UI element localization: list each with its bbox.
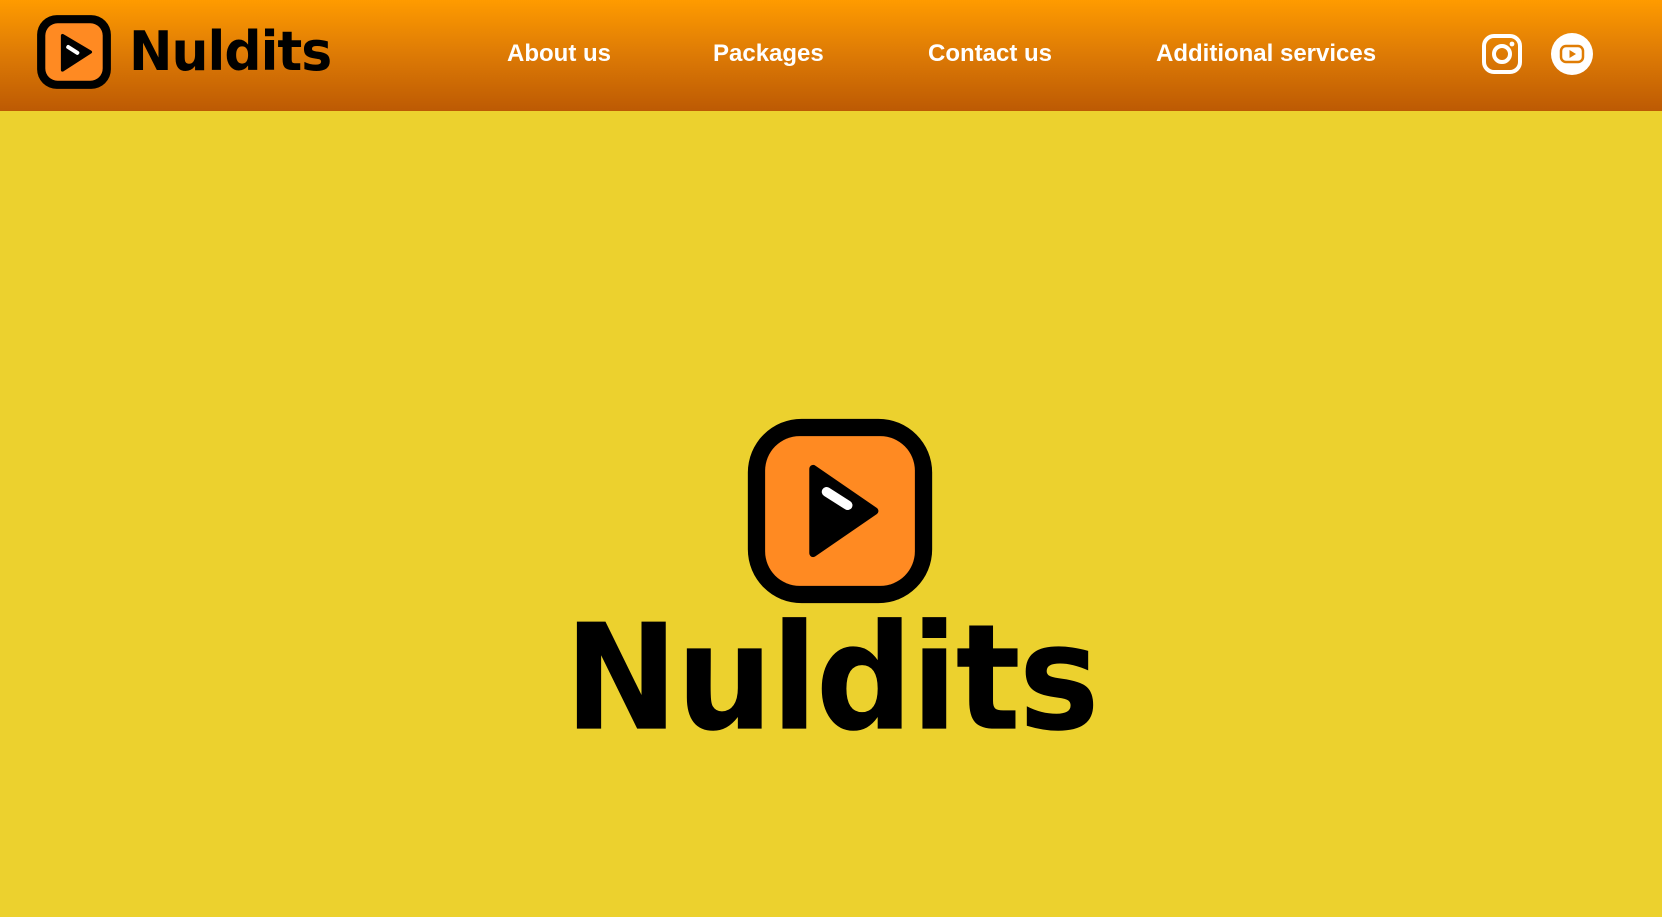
instagram-link[interactable] (1481, 33, 1523, 75)
top-navbar: Nuldits About us Packages Contact us Add… (0, 0, 1662, 111)
nav-additional-services[interactable]: Additional services (1156, 39, 1376, 69)
main-nav: About us Packages Contact us Additional … (0, 0, 1662, 111)
play-logo-icon (747, 418, 933, 604)
hero-section: Nuldits (0, 111, 1662, 917)
instagram-icon (1482, 34, 1522, 74)
youtube-icon (1551, 33, 1593, 75)
nav-about-us[interactable]: About us (507, 39, 611, 69)
nav-packages[interactable]: Packages (713, 39, 824, 69)
nav-contact-us[interactable]: Contact us (928, 39, 1052, 69)
youtube-link[interactable] (1551, 33, 1593, 75)
hero-title: Nuldits (564, 593, 1099, 765)
